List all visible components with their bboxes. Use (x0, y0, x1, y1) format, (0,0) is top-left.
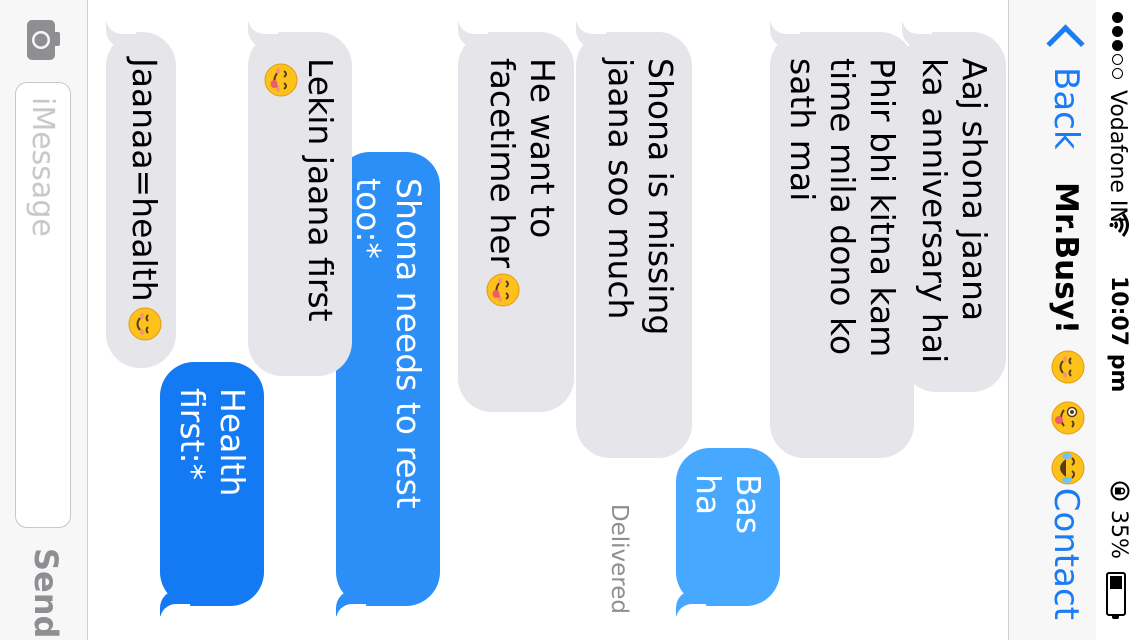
relieved-face-emoji (1051, 350, 1085, 384)
incoming-message-bubble[interactable]: Aaj shona jaana ka anniversary hai (902, 22, 1006, 392)
carrier-name: Vodafone IN (1105, 90, 1130, 223)
relieved-face-emoji (128, 307, 162, 341)
status-bar: Vodafone IN 10:07 pm 35% (1096, 0, 1136, 640)
message-text: He want to facetime her (483, 58, 562, 269)
back-button-label: Back (1046, 67, 1086, 150)
delivered-label: Delivered (606, 503, 632, 614)
screen: Vodafone IN 10:07 pm 35% Back Mr.Busy! C… (0, 0, 1136, 640)
incoming-message-bubble[interactable]: Shona is missing jaana soo much (576, 22, 692, 458)
send-button[interactable]: Send (27, 548, 65, 638)
contact-name: Mr.Busy! (1048, 182, 1084, 334)
winking-tongue-face-emoji (1051, 401, 1085, 435)
chevron-left-icon (1046, 24, 1086, 63)
battery-icon (1106, 572, 1126, 616)
message-input[interactable]: iMessage (15, 82, 71, 528)
message-text: Health first:* (173, 388, 252, 497)
message-text: Jaanaa=health (125, 58, 164, 302)
bubble-tail (160, 590, 188, 616)
bubble-tail (458, 22, 486, 48)
wifi-icon (1103, 212, 1131, 238)
battery-percent: 35% (1106, 510, 1131, 559)
incoming-message-bubble[interactable]: Lekin jaana first (248, 22, 352, 376)
message-text: Shona needs to rest too:* (349, 178, 428, 509)
contact-button[interactable]: Contact (1046, 488, 1086, 620)
message-list[interactable]: Delivered Aaj shona jaana ka anniversary… (88, 0, 1008, 640)
bubble-tail (248, 22, 276, 48)
conversation-title: Mr.Busy! (1048, 182, 1086, 486)
message-text: Phir bhi kitna kam time mila dono ko sat… (783, 58, 902, 358)
incoming-message-bubble[interactable]: He want to facetime her (458, 22, 574, 412)
message-text: Shona is missing jaana soo much (601, 58, 680, 336)
navigation-bar: Back Mr.Busy! Contact (1008, 0, 1096, 640)
message-text: Aaj shona jaana ka anniversary hai (915, 58, 994, 364)
back-button[interactable]: Back (1046, 22, 1086, 150)
incoming-message-bubble[interactable]: Jaanaa=health (106, 22, 176, 368)
yum-face-emoji (486, 273, 520, 307)
bubble-tail (676, 590, 704, 616)
bubble-tail (106, 22, 134, 48)
outgoing-message-bubble[interactable]: Health first:* (160, 362, 264, 616)
orientation-lock-icon (1104, 480, 1131, 502)
yum-face-emoji (264, 63, 298, 97)
camera-icon (27, 20, 60, 60)
message-input-placeholder: iMessage (25, 97, 60, 237)
bubble-tail (770, 22, 798, 48)
message-text: Lekin jaana first (301, 58, 340, 322)
signal-strength-icon (1112, 12, 1123, 79)
camera-button[interactable] (25, 18, 63, 64)
incoming-message-bubble[interactable]: Phir bhi kitna kam time mila dono ko sat… (770, 22, 914, 458)
status-time: 10:07 pm (1106, 276, 1131, 393)
phone-portrait-view: Vodafone IN 10:07 pm 35% Back Mr.Busy! C… (0, 0, 1136, 640)
bubble-tail (336, 590, 364, 616)
tears-of-joy-face-emoji (1051, 451, 1085, 485)
message-text: Bas ha (689, 474, 768, 535)
outgoing-message-bubble[interactable]: Bas ha (676, 448, 780, 616)
bubble-tail (576, 22, 604, 48)
battery-level-fill (1110, 576, 1122, 589)
message-input-bar: iMessage Send (0, 0, 88, 640)
